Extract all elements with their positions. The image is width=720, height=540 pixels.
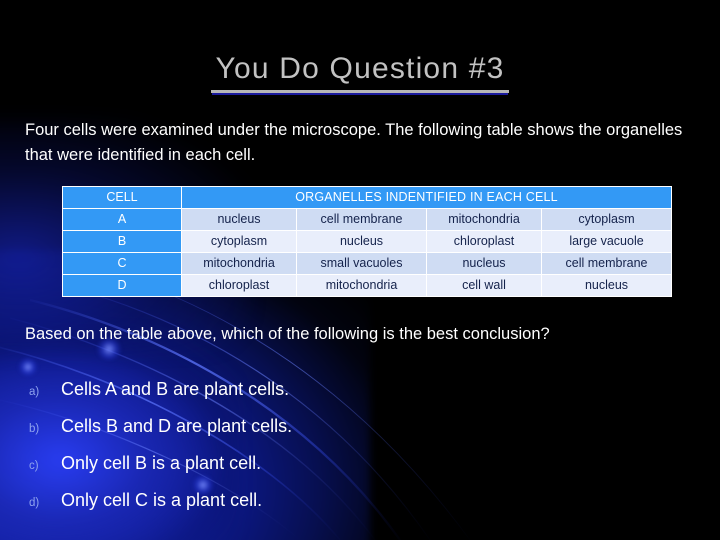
- question-prompt: Based on the table above, which of the f…: [25, 325, 550, 343]
- table-cell-organelle: chloroplast: [182, 275, 297, 296]
- answer-option-b[interactable]: b) Cells B and D are plant cells.: [25, 415, 625, 452]
- table-cell-organelle: small vacuoles: [297, 253, 426, 274]
- page-title: You Do Question #3: [211, 52, 509, 93]
- table-cell-organelle: cytoplasm: [182, 231, 297, 252]
- table-cell-organelle: nucleus: [182, 209, 297, 230]
- table-cell-organelle: cell wall: [426, 275, 542, 296]
- table-head: CELL ORGANELLES INDENTIFIED IN EACH CELL: [63, 187, 671, 208]
- organelles-table: CELL ORGANELLES INDENTIFIED IN EACH CELL…: [62, 186, 672, 297]
- table-cell-id: C: [63, 253, 181, 274]
- table-cell-organelle: large vacuole: [542, 231, 671, 252]
- table-cell-organelle: mitochondria: [297, 275, 426, 296]
- table-cell-organelle: nucleus: [542, 275, 671, 296]
- answer-option-marker: d): [29, 497, 40, 509]
- table-cell-organelle: cytoplasm: [542, 209, 671, 230]
- table-cell-organelle: cell membrane: [297, 209, 426, 230]
- organelles-table-container: CELL ORGANELLES INDENTIFIED IN EACH CELL…: [62, 186, 672, 297]
- table-row: A nucleus cell membrane mitochondria cyt…: [63, 209, 671, 230]
- answer-option-text: Only cell C is a plant cell.: [61, 490, 263, 510]
- table-cell-id: D: [63, 275, 181, 296]
- answer-option-text: Only cell B is a plant cell.: [61, 453, 262, 473]
- table-header-row: CELL ORGANELLES INDENTIFIED IN EACH CELL: [63, 187, 671, 208]
- answer-option-marker: c): [29, 460, 39, 472]
- table-cell-organelle: mitochondria: [182, 253, 297, 274]
- answer-option-d[interactable]: d) Only cell C is a plant cell.: [25, 489, 625, 526]
- slide-title-block: You Do Question #3: [0, 52, 720, 93]
- answer-option-marker: b): [29, 423, 40, 435]
- answer-option-c[interactable]: c) Only cell B is a plant cell.: [25, 452, 625, 489]
- table-cell-organelle: nucleus: [426, 253, 542, 274]
- table-cell-organelle: mitochondria: [426, 209, 542, 230]
- table-row: C mitochondria small vacuoles nucleus ce…: [63, 253, 671, 274]
- table-cell-organelle: nucleus: [297, 231, 426, 252]
- table-header-organelles-column: ORGANELLES INDENTIFIED IN EACH CELL: [182, 187, 671, 208]
- background-light-node: [18, 358, 38, 376]
- slide: You Do Question #3 Four cells were exami…: [0, 0, 720, 540]
- table-cell-id: B: [63, 231, 181, 252]
- intro-paragraph: Four cells were examined under the micro…: [25, 121, 683, 164]
- table-body: A nucleus cell membrane mitochondria cyt…: [63, 209, 671, 296]
- answer-option-a[interactable]: a) Cells A and B are plant cells.: [25, 378, 625, 415]
- table-cell-organelle: chloroplast: [426, 231, 542, 252]
- table-row: D chloroplast mitochondria cell wall nuc…: [63, 275, 671, 296]
- answer-option-text: Cells B and D are plant cells.: [61, 416, 293, 436]
- table-cell-id: A: [63, 209, 181, 230]
- answer-option-marker: a): [29, 386, 40, 398]
- table-cell-organelle: cell membrane: [542, 253, 671, 274]
- answer-options-list: a) Cells A and B are plant cells. b) Cel…: [25, 378, 625, 526]
- table-row: B cytoplasm nucleus chloroplast large va…: [63, 231, 671, 252]
- table-header-cell-column: CELL: [63, 187, 181, 208]
- answer-option-text: Cells A and B are plant cells.: [61, 379, 290, 399]
